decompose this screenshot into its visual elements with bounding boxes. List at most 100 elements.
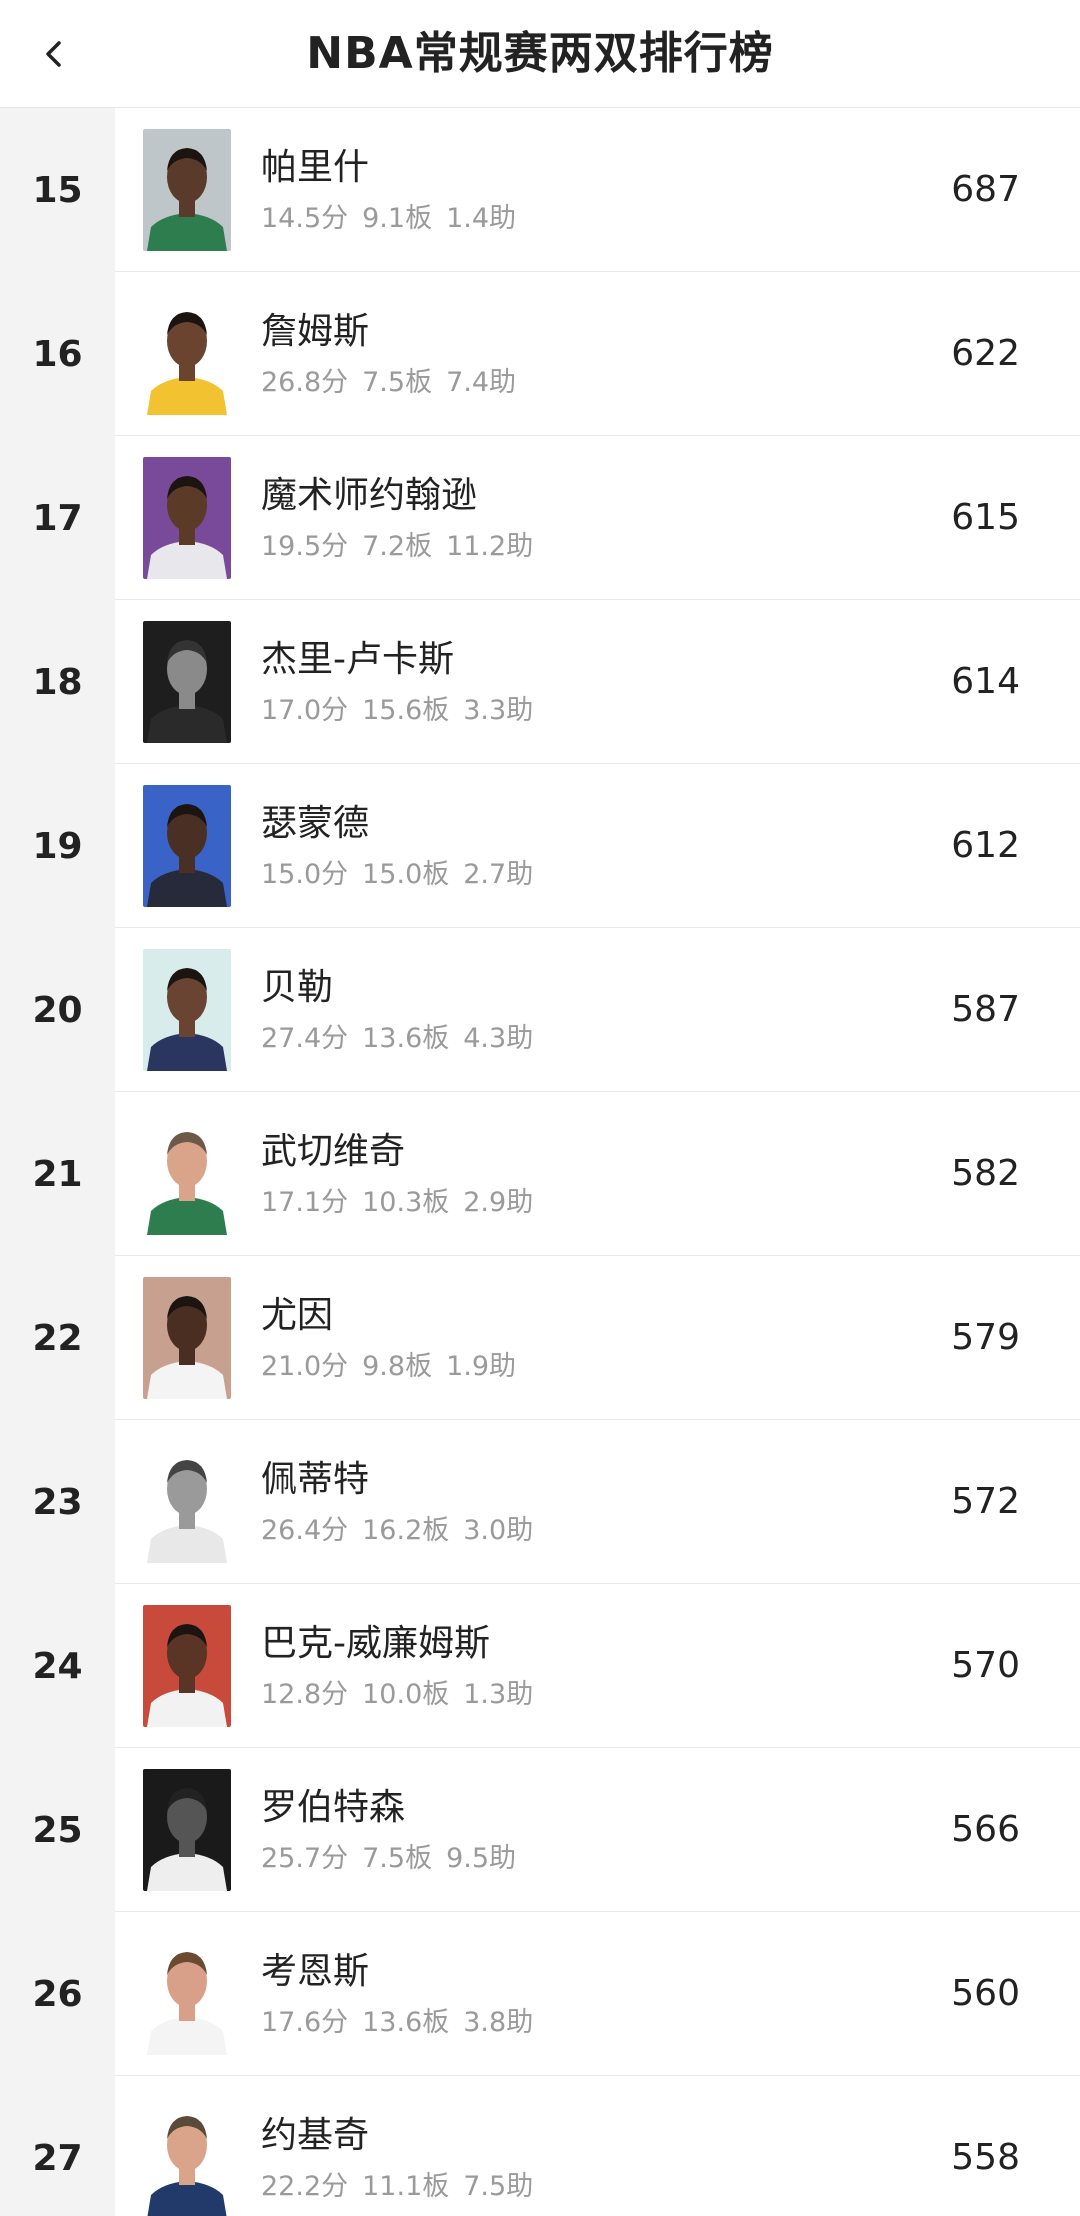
stat-reb: 7.5板 (362, 1842, 433, 1874)
list-item[interactable]: 19 瑟蒙德 15.0分 15.0板 2.7助 612 (0, 764, 1080, 928)
stat-ast: 11.2助 (446, 530, 534, 562)
player-info: 罗伯特森 25.7分 7.5板 9.5助 (261, 1784, 530, 1876)
row-content: 贝勒 27.4分 13.6板 4.3助 587 (115, 928, 1080, 1092)
double-double-count: 587 (951, 989, 1020, 1030)
player-info: 佩蒂特 26.4分 16.2板 3.0助 (261, 1456, 547, 1548)
row-content: 约基奇 22.2分 11.1板 7.5助 558 (115, 2076, 1080, 2216)
player-info: 武切维奇 17.1分 10.3板 2.9助 (261, 1128, 547, 1220)
stat-ast: 1.3助 (463, 1678, 534, 1710)
double-double-count: 687 (951, 169, 1020, 210)
avatar (143, 948, 231, 1071)
stat-pts: 14.5分 (261, 202, 349, 234)
rank-number: 18 (0, 600, 115, 764)
row-content: 詹姆斯 26.8分 7.5板 7.4助 622 (115, 272, 1080, 436)
stat-ast: 7.5助 (463, 2170, 534, 2202)
stat-pts: 25.7分 (261, 1842, 349, 1874)
avatar (143, 620, 231, 743)
stat-pts: 22.2分 (261, 2170, 349, 2202)
stat-pts: 27.4分 (261, 1022, 349, 1054)
avatar (143, 1768, 231, 1891)
avatar (143, 1932, 231, 2055)
rank-number: 26 (0, 1912, 115, 2076)
list-item[interactable]: 26 考恩斯 17.6分 13.6板 3.8助 560 (0, 1912, 1080, 2076)
player-name: 瑟蒙德 (261, 802, 370, 844)
player-info: 尤因 21.0分 9.8板 1.9助 (261, 1292, 530, 1384)
player-name: 贝勒 (261, 966, 334, 1008)
player-stats: 21.0分 9.8板 1.9助 (261, 1350, 530, 1384)
stat-reb: 9.8板 (362, 1350, 433, 1382)
player-stats: 17.6分 13.6板 3.8助 (261, 2006, 547, 2040)
player-name: 罗伯特森 (261, 1786, 406, 1828)
avatar (143, 128, 231, 251)
stat-ast: 3.0助 (463, 1514, 534, 1546)
double-double-count: 572 (951, 1481, 1020, 1522)
rank-number: 24 (0, 1584, 115, 1748)
rank-number: 22 (0, 1256, 115, 1420)
list-item[interactable]: 23 佩蒂特 26.4分 16.2板 3.0助 572 (0, 1420, 1080, 1584)
double-double-count: 622 (951, 333, 1020, 374)
player-name: 尤因 (261, 1294, 334, 1336)
list-item[interactable]: 22 尤因 21.0分 9.8板 1.9助 579 (0, 1256, 1080, 1420)
rank-number: 27 (0, 2076, 115, 2216)
list-item[interactable]: 20 贝勒 27.4分 13.6板 4.3助 587 (0, 928, 1080, 1092)
player-info: 帕里什 14.5分 9.1板 1.4助 (261, 144, 530, 236)
avatar (143, 1604, 231, 1727)
rank-number: 20 (0, 928, 115, 1092)
player-stats: 14.5分 9.1板 1.4助 (261, 202, 530, 236)
list-item[interactable]: 16 詹姆斯 26.8分 7.5板 7.4助 622 (0, 272, 1080, 436)
row-content: 瑟蒙德 15.0分 15.0板 2.7助 612 (115, 764, 1080, 928)
double-double-count: 570 (951, 1645, 1020, 1686)
player-stats: 17.1分 10.3板 2.9助 (261, 1186, 547, 1220)
stat-reb: 16.2板 (362, 1514, 450, 1546)
row-content: 武切维奇 17.1分 10.3板 2.9助 582 (115, 1092, 1080, 1256)
player-info: 约基奇 22.2分 11.1板 7.5助 (261, 2112, 547, 2204)
list-item[interactable]: 27 约基奇 22.2分 11.1板 7.5助 558 (0, 2076, 1080, 2216)
ranking-list: 15 帕里什 14.5分 9.1板 1.4助 687 16 詹姆斯 26.8分 7.5板 7.4助 6… (0, 108, 1080, 2216)
list-item[interactable]: 18 杰里-卢卡斯 17.0分 15.6板 3.3助 614 (0, 600, 1080, 764)
row-content: 罗伯特森 25.7分 7.5板 9.5助 566 (115, 1748, 1080, 1912)
player-stats: 27.4分 13.6板 4.3助 (261, 1022, 547, 1056)
stat-pts: 17.6分 (261, 2006, 349, 2038)
player-stats: 26.8分 7.5板 7.4助 (261, 366, 530, 400)
list-item[interactable]: 25 罗伯特森 25.7分 7.5板 9.5助 566 (0, 1748, 1080, 1912)
row-content: 帕里什 14.5分 9.1板 1.4助 687 (115, 108, 1080, 272)
stat-ast: 2.7助 (463, 858, 534, 890)
list-item[interactable]: 21 武切维奇 17.1分 10.3板 2.9助 582 (0, 1092, 1080, 1256)
stat-pts: 19.5分 (261, 530, 349, 562)
stat-reb: 10.3板 (362, 1186, 450, 1218)
row-content: 佩蒂特 26.4分 16.2板 3.0助 572 (115, 1420, 1080, 1584)
double-double-count: 560 (951, 1973, 1020, 2014)
list-item[interactable]: 15 帕里什 14.5分 9.1板 1.4助 687 (0, 108, 1080, 272)
player-stats: 25.7分 7.5板 9.5助 (261, 1842, 530, 1876)
rank-number: 21 (0, 1092, 115, 1256)
page-title: NBA常规赛两双排行榜 (306, 28, 774, 79)
player-name: 武切维奇 (261, 1130, 406, 1172)
player-info: 杰里-卢卡斯 17.0分 15.6板 3.3助 (261, 636, 547, 728)
row-content: 考恩斯 17.6分 13.6板 3.8助 560 (115, 1912, 1080, 2076)
row-content: 尤因 21.0分 9.8板 1.9助 579 (115, 1256, 1080, 1420)
avatar (143, 1276, 231, 1399)
stat-ast: 1.9助 (446, 1350, 517, 1382)
player-stats: 15.0分 15.0板 2.7助 (261, 858, 547, 892)
double-double-count: 566 (951, 1809, 1020, 1850)
stat-ast: 7.4助 (446, 366, 517, 398)
list-item[interactable]: 24 巴克-威廉姆斯 12.8分 10.0板 1.3助 570 (0, 1584, 1080, 1748)
player-info: 考恩斯 17.6分 13.6板 3.8助 (261, 1948, 547, 2040)
player-stats: 17.0分 15.6板 3.3助 (261, 694, 547, 728)
stat-ast: 4.3助 (463, 1022, 534, 1054)
stat-reb: 9.1板 (362, 202, 433, 234)
player-info: 詹姆斯 26.8分 7.5板 7.4助 (261, 308, 530, 400)
stat-reb: 13.6板 (362, 1022, 450, 1054)
double-double-count: 558 (951, 2137, 1020, 2178)
rank-number: 16 (0, 272, 115, 436)
rank-number: 17 (0, 436, 115, 600)
stat-pts: 26.8分 (261, 366, 349, 398)
double-double-count: 579 (951, 1317, 1020, 1358)
rank-number: 15 (0, 108, 115, 272)
stat-reb: 15.6板 (362, 694, 450, 726)
list-item[interactable]: 17 魔术师约翰逊 19.5分 7.2板 11.2助 615 (0, 436, 1080, 600)
player-stats: 26.4分 16.2板 3.0助 (261, 1514, 547, 1548)
player-stats: 12.8分 10.0板 1.3助 (261, 1678, 547, 1712)
player-name: 考恩斯 (261, 1950, 370, 1992)
player-stats: 22.2分 11.1板 7.5助 (261, 2170, 547, 2204)
